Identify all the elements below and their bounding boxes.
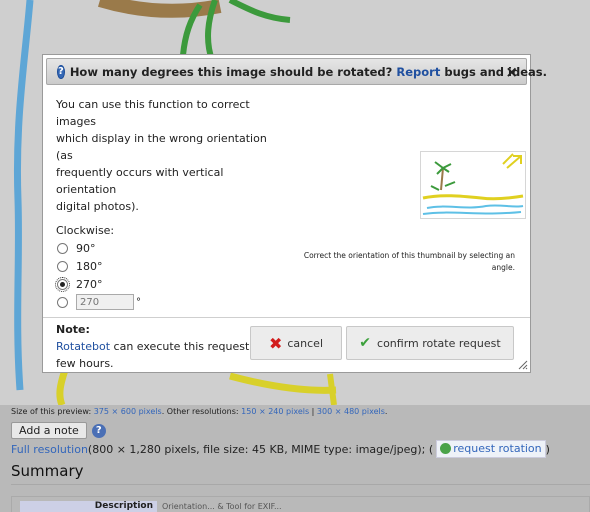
full-resolution-line: Full resolution (800 × 1,280 pixels, fil…: [11, 440, 550, 458]
description-value: Orientation... & Tool for EXIF...: [162, 502, 282, 511]
checkmark-icon: ✔: [359, 335, 372, 351]
file-details: (800 × 1,280 pixels, file size: 45 KB, M…: [87, 442, 434, 456]
radio-90[interactable]: [57, 242, 68, 254]
file-actions: Add a note ?: [11, 422, 106, 439]
resize-grip-icon[interactable]: [518, 360, 528, 370]
radio-option-270[interactable]: 270°: [55, 275, 286, 293]
radio-dot: [60, 281, 65, 287]
radio-label-90: 90°: [76, 241, 96, 255]
question-icon: ?: [57, 64, 65, 79]
intro-text: You can use this function to correct ima…: [56, 98, 267, 213]
full-resolution-link[interactable]: Full resolution: [11, 443, 88, 456]
summary-table: Description Orientation... & Tool for EX…: [11, 496, 590, 512]
cancel-button[interactable]: ✖ cancel: [250, 326, 342, 360]
caption-prefix: Size of this preview:: [11, 407, 94, 416]
cancel-x-icon: ✖: [268, 333, 283, 353]
resolution-300-link[interactable]: 300 × 480 pixels: [317, 407, 385, 416]
dialog-title: How many degrees this image should be ro…: [70, 65, 547, 79]
close-icon[interactable]: ×: [505, 63, 518, 81]
request-rotation-link[interactable]: request rotation: [436, 440, 546, 458]
add-note-button[interactable]: Add a note: [11, 422, 87, 439]
radio-custom[interactable]: [57, 296, 68, 308]
degree-sign: °: [136, 296, 141, 308]
summary-divider: [11, 484, 590, 485]
thumbnail-caption: Correct the orientation of this thumbnai…: [303, 251, 515, 272]
cancel-label: cancel: [287, 336, 324, 350]
thumbnail-drawing: [422, 153, 524, 215]
confirm-label: confirm rotate request: [377, 336, 501, 350]
radio-270[interactable]: [55, 276, 70, 292]
rotatebot-link[interactable]: Rotatebot: [56, 340, 110, 353]
preview-size-link[interactable]: 375 × 600 pixels: [94, 407, 162, 416]
rotation-thumbnail: [420, 151, 526, 219]
clockwise-label: Clockwise:: [56, 224, 115, 237]
radio-label-270: 270°: [76, 277, 103, 291]
dialog-title-suffix: bugs and ideas.: [444, 64, 547, 79]
report-link[interactable]: Report: [396, 65, 440, 79]
rotate-icon: [440, 443, 452, 454]
custom-angle-input[interactable]: [76, 294, 134, 310]
preview-size-caption: Size of this preview: 375 × 600 pixels. …: [11, 407, 387, 416]
radio-label-180: 180°: [76, 259, 103, 273]
request-rotation-label: request rotation: [453, 442, 542, 455]
summary-heading: Summary: [11, 462, 84, 480]
close-paren: ): [545, 442, 550, 456]
dialog-footer-divider: [43, 317, 530, 318]
dialog-titlebar[interactable]: ? How many degrees this image should be …: [46, 58, 547, 85]
resolution-150-link[interactable]: 150 × 240 pixels: [241, 407, 309, 416]
radio-option-custom[interactable]: °: [56, 293, 286, 311]
caption-separator: |: [309, 407, 317, 416]
radio-option-180[interactable]: 180°: [56, 257, 286, 275]
dialog-title-text: How many degrees this image should be ro…: [69, 64, 393, 79]
caption-other-prefix: . Other resolutions:: [161, 407, 242, 416]
help-icon[interactable]: ?: [91, 423, 106, 438]
confirm-rotate-button[interactable]: ✔ confirm rotate request: [346, 326, 514, 360]
rotate-dialog: ? How many degrees this image should be …: [42, 54, 547, 373]
caption-suffix: .: [384, 407, 388, 416]
description-label: Description: [20, 501, 157, 512]
radio-option-90[interactable]: 90°: [56, 239, 286, 257]
radio-180[interactable]: [57, 260, 68, 272]
